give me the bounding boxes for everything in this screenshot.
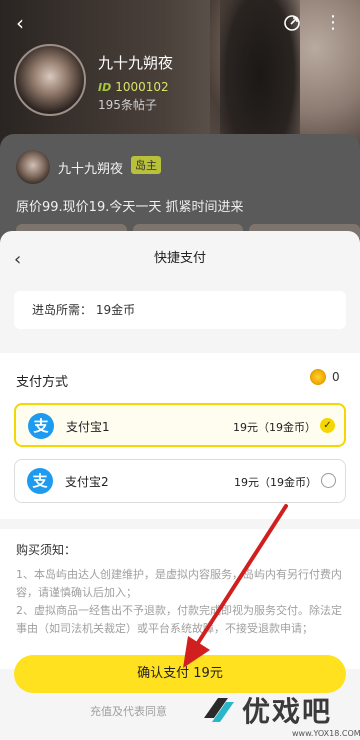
coin-balance-value: 0 [332, 370, 340, 384]
post-author: 九十九朔夜 [58, 162, 124, 177]
watermark-text: 优戏吧 [242, 695, 333, 728]
note-item: 1、本岛屿由达人创建维护，是虚拟内容服务，岛屿内有另行付费内容，请谨慎确认后加入… [16, 568, 342, 599]
alipay-icon: 支 [28, 413, 54, 439]
chevron-left-icon[interactable]: ‹ [16, 12, 34, 34]
post-count: 195条帖子 [98, 98, 157, 112]
payment-option-name: 支付宝2 [65, 475, 109, 489]
share-icon[interactable] [283, 14, 301, 32]
note-item: 2、虚拟商品一经售出不予退款，付款完成即视为服务交付。除法定事由（如司法机关裁定… [16, 604, 342, 635]
quick-pay-sheet: ‹ 快捷支付 进岛所需： 19金币 支付方式 0 支 支付宝1 19元（19金币… [0, 231, 360, 740]
confirm-pay-button[interactable]: 确认支付 19元 [14, 655, 346, 693]
author-avatar[interactable] [16, 150, 50, 184]
id-value: 1000102 [115, 80, 169, 94]
payment-method-panel: 支付方式 0 支 支付宝1 19元（19金币） ✓ 支 支付宝2 19元（19金… [0, 353, 360, 519]
id-tag: ID [98, 80, 112, 94]
purchase-notes: 购买须知： 1、本岛屿由达人创建维护，是虚拟内容服务，岛屿内有另行付费内容，请谨… [0, 529, 360, 669]
watermark-logo-icon [204, 698, 234, 722]
payment-method-label: 支付方式 [16, 375, 69, 390]
required-price: 进岛所需： 19金币 [14, 291, 346, 329]
payment-option-price: 19元（19金币） [234, 476, 317, 489]
payment-option-price: 19元（19金币） [233, 421, 316, 434]
watermark-url: www.YOX18.COM [292, 729, 360, 738]
check-icon[interactable]: ✓ [320, 418, 335, 433]
radio-button[interactable] [321, 473, 336, 488]
notes-title: 购买须知： [16, 543, 77, 557]
coin-balance: 0 [310, 369, 340, 385]
coin-icon [310, 369, 326, 385]
payment-option-alipay-2[interactable]: 支 支付宝2 19元（19金币） [14, 459, 346, 503]
watermark: 优戏吧 [198, 690, 332, 730]
profile-name: 九十九朔夜 [98, 54, 174, 72]
sheet-title: 快捷支付 [153, 251, 206, 266]
payment-option-name: 支付宝1 [66, 420, 110, 434]
profile-id: ID 1000102 [98, 80, 169, 94]
payment-option-alipay-1[interactable]: 支 支付宝1 19元（19金币） ✓ [14, 403, 346, 447]
more-vertical-icon[interactable]: ⋮ [324, 12, 342, 34]
post-text: 原价99.现价19.今天一天 抓紧时间进来 [16, 200, 244, 215]
agreement-text[interactable]: 充值及代表同意 [90, 703, 167, 719]
owner-badge: 岛主 [131, 156, 161, 174]
alipay-icon: 支 [27, 468, 53, 494]
avatar[interactable] [14, 44, 86, 116]
